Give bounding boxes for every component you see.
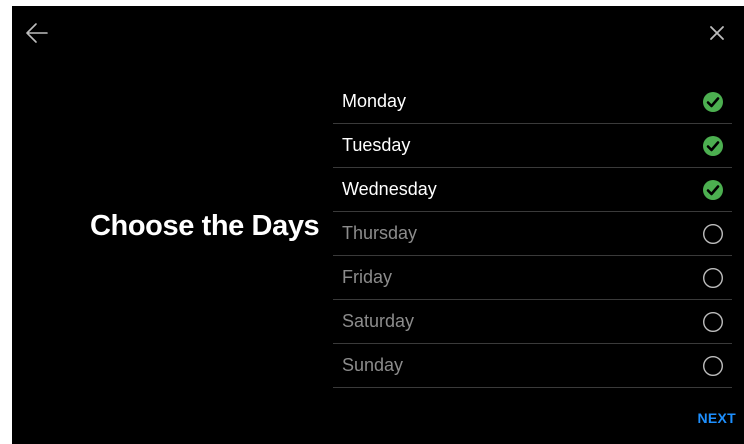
back-button[interactable] bbox=[25, 22, 49, 44]
close-button[interactable] bbox=[708, 24, 726, 42]
empty-circle-icon[interactable] bbox=[702, 355, 724, 377]
empty-circle-icon[interactable] bbox=[702, 223, 724, 245]
day-option-monday[interactable]: Monday bbox=[333, 80, 732, 124]
day-label: Thursday bbox=[342, 223, 418, 243]
app-screen: Choose the Days Monday Tuesday Wednesday Th… bbox=[12, 6, 744, 444]
day-option-saturday[interactable]: Saturday bbox=[333, 300, 732, 344]
page-title: Choose the Days bbox=[90, 210, 320, 242]
empty-circle-icon[interactable] bbox=[702, 267, 724, 289]
day-option-friday[interactable]: Friday bbox=[333, 256, 732, 300]
day-label: Sunday bbox=[342, 355, 404, 375]
day-list: Monday Tuesday Wednesday Thursday Friday Satu… bbox=[333, 80, 732, 388]
day-label: Saturday bbox=[342, 311, 415, 331]
checked-circle-icon[interactable] bbox=[702, 179, 724, 201]
day-label: Wednesday bbox=[342, 179, 437, 199]
day-label: Tuesday bbox=[342, 135, 411, 155]
empty-circle-icon[interactable] bbox=[702, 311, 724, 333]
day-option-sunday[interactable]: Sunday bbox=[333, 344, 732, 388]
arrow-left-icon bbox=[26, 23, 48, 43]
day-option-tuesday[interactable]: Tuesday bbox=[333, 124, 732, 168]
day-option-thursday[interactable]: Thursday bbox=[333, 212, 732, 256]
close-icon bbox=[710, 26, 724, 40]
day-label: Friday bbox=[342, 267, 393, 287]
day-label: Monday bbox=[342, 91, 407, 111]
checked-circle-icon[interactable] bbox=[702, 135, 724, 157]
next-button[interactable]: NEXT bbox=[688, 406, 736, 430]
day-option-wednesday[interactable]: Wednesday bbox=[333, 168, 732, 212]
checked-circle-icon[interactable] bbox=[702, 91, 724, 113]
